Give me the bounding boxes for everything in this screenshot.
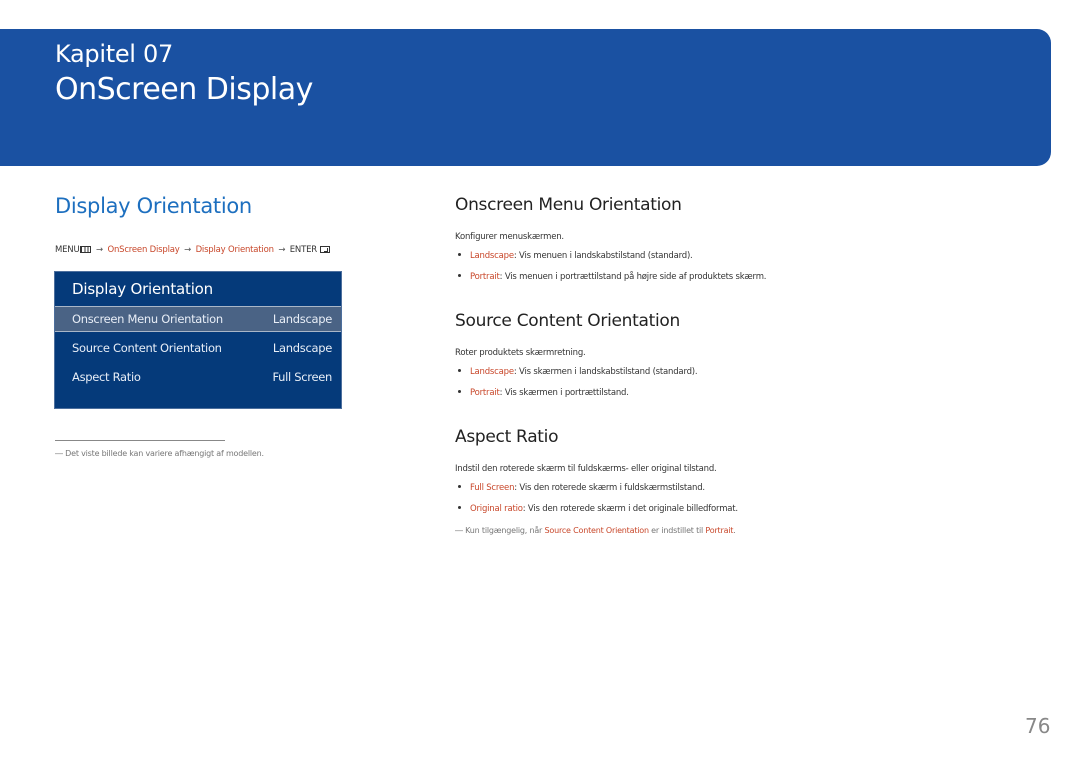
term-desc: : Vis skærmen i portrættilstand. (499, 388, 629, 398)
term-desc: : Vis den roterede skærm i fuldskærmstil… (514, 483, 705, 493)
term-desc: : Vis den roterede skærm i det originale… (522, 504, 738, 514)
osd-row-label: Aspect Ratio (72, 370, 141, 384)
bullet-icon (458, 274, 461, 277)
breadcrumb: MENU → OnScreen Display → Display Orient… (55, 245, 330, 255)
bullet-icon (458, 506, 461, 509)
osd-menu-title: Display Orientation (72, 280, 213, 298)
menu-grid-icon (80, 246, 92, 253)
chapter-label: Kapitel 07 (55, 40, 173, 68)
arrow-icon: → (278, 245, 286, 255)
bullet-icon (458, 253, 461, 256)
enter-icon (319, 246, 330, 253)
term: Portrait (470, 272, 500, 282)
breadcrumb-onscreen-display: OnScreen Display (107, 245, 180, 255)
desc-onscreen-menu-orientation: Konfigurer menuskærmen. (455, 232, 564, 242)
list-item: Original ratio: Vis den roterede skærm i… (458, 504, 738, 514)
page-title: OnScreen Display (55, 72, 313, 107)
footnote-divider (55, 440, 225, 441)
term: Portrait (470, 388, 500, 398)
osd-row-label: Source Content Orientation (72, 341, 222, 355)
bullet-icon (458, 390, 461, 393)
note-text: Kun tilgængelig, når (465, 526, 545, 535)
term-desc: : Vis skærmen i landskabstilstand (stand… (513, 367, 698, 377)
term: Full Screen (470, 483, 515, 493)
term-desc: : Vis menuen i portrættilstand på højre … (499, 272, 767, 282)
desc-source-content-orientation: Roter produktets skærmretning. (455, 348, 586, 358)
heading-aspect-ratio: Aspect Ratio (455, 427, 559, 447)
heading-onscreen-menu-orientation: Onscreen Menu Orientation (455, 195, 682, 215)
osd-row-onscreen-menu-orientation: Onscreen Menu Orientation Landscape (55, 306, 341, 332)
term: Landscape (470, 367, 514, 377)
breadcrumb-menu: MENU (55, 245, 80, 255)
osd-row-value: Landscape (272, 312, 332, 326)
note: ― Kun tilgængelig, når Source Content Or… (455, 526, 736, 535)
note-mark: ― (455, 526, 463, 535)
heading-source-content-orientation: Source Content Orientation (455, 311, 680, 331)
list-item: Portrait: Vis skærmen i portrættilstand. (458, 388, 629, 398)
arrow-icon: → (96, 245, 103, 255)
list-item: Landscape: Vis skærmen i landskabstilsta… (458, 367, 698, 377)
footnote-text: Det viste billede kan variere afhængigt … (65, 449, 264, 458)
list-item: Portrait: Vis menuen i portrættilstand p… (458, 272, 766, 282)
footnote: ― Det viste billede kan variere afhængig… (55, 449, 264, 458)
footnote-mark: ― (55, 449, 63, 458)
note-highlight: Portrait (705, 526, 734, 535)
note-highlight: Source Content Orientation (544, 526, 650, 535)
breadcrumb-display-orientation: Display Orientation (195, 245, 274, 255)
bullet-icon (458, 369, 461, 372)
list-item: Full Screen: Vis den roterede skærm i fu… (458, 483, 705, 493)
section-title: Display Orientation (55, 194, 252, 218)
osd-menu-screenshot: Display Orientation Onscreen Menu Orient… (54, 271, 342, 409)
term-desc: : Vis menuen i landskabstilstand (standa… (513, 251, 693, 261)
note-text: er indstillet til (648, 526, 706, 535)
osd-row-source-content-orientation: Source Content Orientation Landscape (55, 336, 341, 360)
list-item: Landscape: Vis menuen i landskabstilstan… (458, 251, 693, 261)
osd-row-label: Onscreen Menu Orientation (72, 312, 223, 326)
breadcrumb-enter: ENTER (289, 245, 317, 255)
osd-row-aspect-ratio: Aspect Ratio Full Screen (55, 365, 341, 389)
bullet-icon (458, 485, 461, 488)
term: Original ratio (470, 504, 523, 514)
page-number: 76 (1025, 714, 1051, 738)
arrow-icon: → (184, 245, 192, 255)
term: Landscape (470, 251, 514, 261)
note-text: . (733, 526, 736, 535)
osd-row-value: Landscape (272, 341, 332, 355)
desc-aspect-ratio: Indstil den roterede skærm til fuldskærm… (455, 464, 717, 474)
osd-row-value: Full Screen (272, 370, 332, 384)
